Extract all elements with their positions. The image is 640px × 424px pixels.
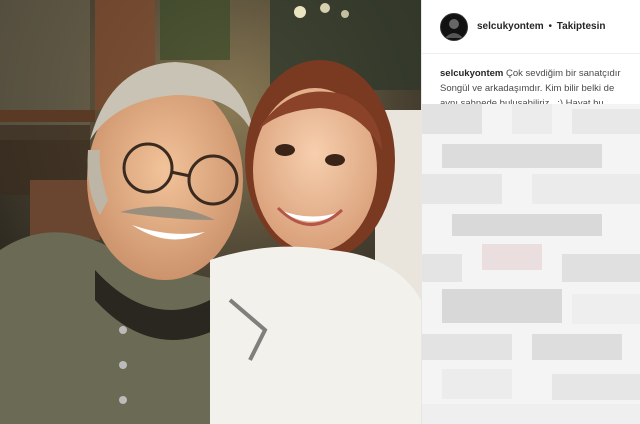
post-photo[interactable] xyxy=(0,0,421,424)
follow-status-button[interactable]: Takiptesin xyxy=(557,21,606,32)
post-caption: selcukyontem Çok sevdiğim bir sanatçıdır… xyxy=(422,54,640,111)
username-link[interactable]: selcukyontem xyxy=(477,21,544,32)
profile-avatar-icon[interactable] xyxy=(440,12,468,41)
header-text: selcukyontem • Takiptesin xyxy=(477,21,606,32)
post-header: selcukyontem • Takiptesin xyxy=(422,0,640,54)
post-side-panel: selcukyontem • Takiptesin selcukyontem Ç… xyxy=(421,0,640,424)
separator-dot: • xyxy=(548,21,552,32)
pixelated-censor-icon xyxy=(422,104,640,424)
pixelated-comments-area xyxy=(422,104,640,424)
caption-username-link[interactable]: selcukyontem xyxy=(440,68,503,79)
photo-illustration xyxy=(0,0,421,424)
